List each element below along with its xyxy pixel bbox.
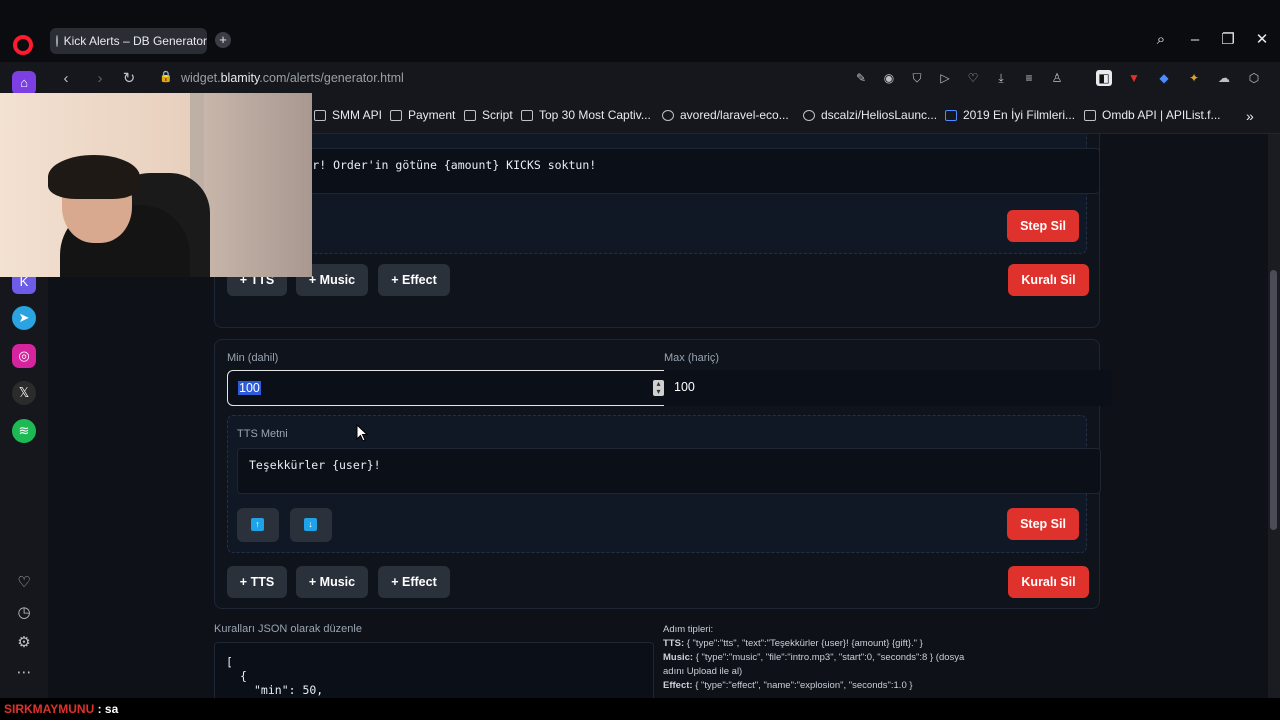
forward-button[interactable]: › (90, 69, 110, 89)
folder-icon (464, 109, 476, 121)
image-icon (521, 109, 533, 121)
restore-button[interactable]: ❐ (1218, 30, 1238, 50)
bookmark-item[interactable]: Omdb API | APIList.f... (1084, 108, 1221, 122)
back-button[interactable]: ‹ (56, 69, 76, 89)
scrollbar-thumb[interactable] (1270, 270, 1277, 530)
instagram-icon[interactable]: ◎ (12, 344, 36, 368)
rule-card: eşekkürler! Order'in götüne {amount} KIC… (214, 134, 1100, 328)
x-twitter-icon[interactable]: 𝕏 (12, 381, 36, 405)
person-hair (48, 155, 140, 199)
extension-icon[interactable]: ◆ (1156, 70, 1172, 86)
minimize-button[interactable]: – (1185, 30, 1205, 50)
history-icon[interactable]: ◷ (12, 601, 36, 625)
bookmark-item[interactable]: SMM API (314, 108, 382, 122)
extension-icon[interactable]: ☁ (1216, 70, 1232, 86)
github-icon (803, 109, 815, 121)
play-icon[interactable]: ▷ (937, 70, 953, 86)
edit-icon[interactable]: ✎ (853, 70, 869, 86)
rule-card: Min (dahil) Max (hariç) 100 ▴ ▾ 100 TTS M… (214, 339, 1112, 609)
heart-icon[interactable]: ♡ (965, 70, 981, 86)
download-icon[interactable]: ⤓ (993, 70, 1009, 86)
step-delete-button[interactable]: Step Sil (1007, 210, 1079, 242)
tts-text-area[interactable]: eşekkürler! Order'in götüne {amount} KIC… (238, 148, 1100, 194)
min-input[interactable]: 100 (227, 370, 672, 406)
webcam-overlay (0, 93, 312, 277)
github-icon (662, 109, 674, 121)
cube-icon[interactable]: ⬡ (1246, 70, 1262, 86)
rule-delete-button[interactable]: Kuralı Sil (1008, 264, 1089, 296)
tts-text-area[interactable]: Teşekkürler {user}! (237, 448, 1101, 494)
menu-icon[interactable]: ≡ (1021, 70, 1037, 86)
tab-title: Kick Alerts – DB Generator (63, 34, 207, 48)
step-delete-button[interactable]: Step Sil (1007, 508, 1079, 540)
add-effect-button[interactable]: + Effect (378, 566, 450, 598)
settings-gear-icon[interactable]: ⚙ (12, 631, 36, 655)
add-tts-button[interactable]: + TTS (227, 566, 287, 598)
rule-delete-button[interactable]: Kuralı Sil (1008, 566, 1089, 598)
json-editor[interactable]: [ { "min": 50, (214, 642, 654, 698)
camera-icon[interactable]: ◉ (881, 70, 897, 86)
move-down-button[interactable]: ↓ (290, 508, 332, 542)
spotify-icon[interactable]: ≋ (12, 419, 36, 443)
add-music-button[interactable]: + Music (296, 566, 368, 598)
max-label: Max (hariç) (664, 352, 720, 364)
arrow-up-icon: ↑ (251, 518, 264, 531)
tts-label: TTS Metni (237, 428, 288, 440)
search-icon[interactable]: ⌕ (1151, 30, 1171, 50)
chat-username: SIRKMAYMUNU (4, 702, 95, 716)
number-stepper[interactable]: ▴ ▾ (653, 380, 664, 396)
max-input[interactable]: 100 (664, 370, 1112, 406)
lock-icon: 🔒 (159, 71, 173, 83)
heart-icon[interactable]: ♡ (12, 571, 36, 595)
telegram-icon[interactable]: ➤ (12, 306, 36, 330)
reload-button[interactable]: ↻ (119, 69, 139, 89)
bookmark-item[interactable]: Payment (390, 108, 455, 122)
step-card: eşekkürler! Order'in götüne {amount} KIC… (227, 134, 1100, 254)
browser-tab[interactable]: Kick Alerts – DB Generator (50, 28, 207, 54)
folder-icon (314, 109, 326, 121)
extension-icon[interactable]: ▼ (1126, 70, 1142, 86)
opera-logo-icon[interactable] (13, 35, 33, 55)
chat-message: : sa (94, 702, 119, 716)
url-field[interactable]: widget.blamity.com/alerts/generator.html (181, 71, 404, 85)
bracket-icon (1084, 109, 1096, 121)
folder-icon (390, 109, 402, 121)
globe-icon (56, 35, 58, 47)
arrow-down-icon: ↓ (304, 518, 317, 531)
bookmark-item[interactable]: Script (464, 108, 513, 122)
json-editor-label: Kuralları JSON olarak düzenle (214, 623, 362, 635)
close-window-button[interactable]: ✕ (1252, 30, 1272, 50)
more-bookmarks-icon[interactable]: » (1246, 108, 1254, 124)
shield-icon[interactable]: ⛉ (909, 70, 925, 86)
search-icon (945, 109, 957, 121)
extension-icon[interactable]: ◧ (1096, 70, 1112, 86)
add-effect-button[interactable]: + Effect (378, 264, 450, 296)
home-icon[interactable]: ⌂ (12, 71, 36, 95)
bookmark-item[interactable]: Top 30 Most Captiv... (521, 108, 651, 122)
mouse-cursor-icon (356, 424, 368, 442)
move-up-button[interactable]: ↑ (237, 508, 279, 542)
bookmark-item[interactable]: avored/laravel-eco... (662, 108, 789, 122)
new-tab-button[interactable]: + (215, 32, 231, 48)
bookmark-item[interactable]: 2019 En İyi Filmleri... (945, 108, 1075, 122)
puzzle-icon[interactable]: ✦ (1186, 70, 1202, 86)
chat-overlay: SIRKMAYMUNU : sa (0, 698, 1280, 720)
min-label: Min (dahil) (227, 352, 279, 364)
more-icon[interactable]: ⋯ (12, 661, 36, 685)
profile-icon[interactable]: ♙ (1049, 70, 1065, 86)
step-types-help: Adım tipleri: TTS: { "type":"tts", "text… (663, 624, 965, 691)
bookmark-item[interactable]: dscalzi/HeliosLaunc... (803, 108, 937, 122)
